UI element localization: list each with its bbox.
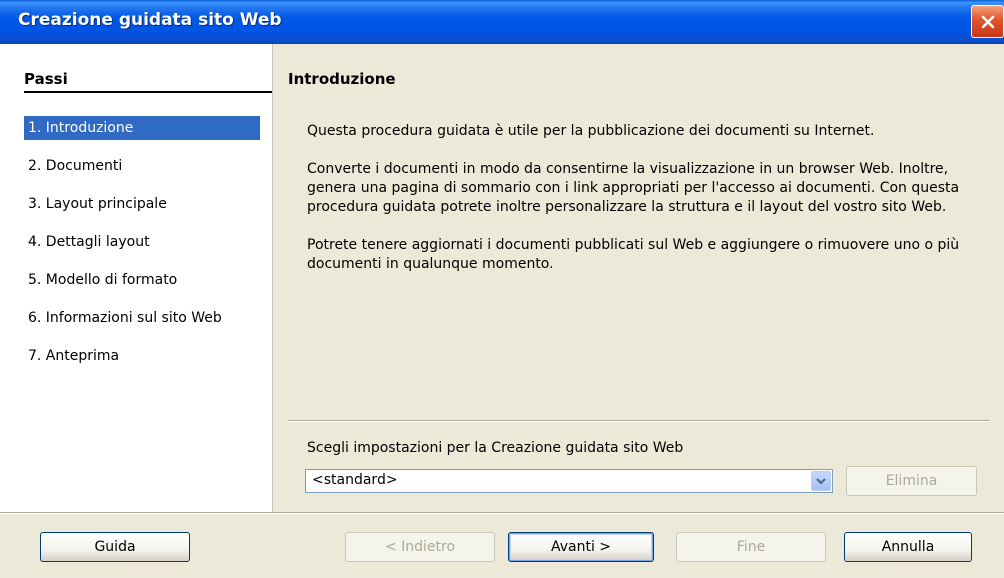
wizard-window: Creazione guidata sito Web Passi 1. Intr… bbox=[0, 0, 1004, 578]
next-button[interactable]: Avanti > bbox=[508, 532, 654, 562]
step-layout-principale[interactable]: 3. Layout principale bbox=[24, 192, 260, 216]
back-button[interactable]: < Indietro bbox=[345, 532, 495, 562]
settings-dropdown-button[interactable] bbox=[811, 471, 831, 491]
intro-paragraph: Questa procedura guidata è utile per la … bbox=[307, 123, 875, 139]
content-panel: Introduzione Questa procedura guidata è … bbox=[273, 44, 1004, 512]
step-dettagli-layout[interactable]: 4. Dettagli layout bbox=[24, 230, 260, 254]
delete-button[interactable]: Elimina bbox=[846, 466, 977, 496]
close-icon bbox=[981, 15, 994, 28]
settings-select-value: <standard> bbox=[312, 472, 398, 488]
step-modello-di-formato[interactable]: 5. Modello di formato bbox=[24, 268, 260, 292]
chevron-down-icon bbox=[816, 478, 826, 485]
step-anteprima[interactable]: 7. Anteprima bbox=[24, 344, 260, 368]
step-documenti[interactable]: 2. Documenti bbox=[24, 154, 260, 178]
settings-divider bbox=[288, 420, 989, 422]
page-title: Introduzione bbox=[288, 70, 396, 88]
help-button[interactable]: Guida bbox=[40, 532, 190, 562]
steps-divider bbox=[24, 91, 272, 93]
settings-label: Scegli impostazioni per la Creazione gui… bbox=[307, 440, 684, 456]
title-bar[interactable]: Creazione guidata sito Web bbox=[0, 0, 1004, 44]
step-introduzione[interactable]: 1. Introduzione bbox=[24, 116, 260, 140]
close-button[interactable] bbox=[971, 5, 1004, 38]
window-title: Creazione guidata sito Web bbox=[18, 10, 282, 30]
intro-paragraph: Potrete tenere aggiornati i documenti pu… bbox=[307, 237, 960, 272]
footer-divider bbox=[0, 512, 1004, 514]
cancel-button[interactable]: Annulla bbox=[844, 532, 972, 562]
steps-panel: Passi 1. Introduzione 2. Documenti 3. La… bbox=[0, 44, 273, 512]
settings-select[interactable]: <standard> bbox=[305, 469, 833, 493]
steps-header: Passi bbox=[24, 70, 68, 88]
intro-paragraph: Converte i documenti in modo da consenti… bbox=[307, 161, 960, 215]
intro-text: Questa procedura guidata è utile per la … bbox=[307, 122, 987, 293]
step-informazioni-sito-web[interactable]: 6. Informazioni sul sito Web bbox=[24, 306, 260, 330]
steps-list: 1. Introduzione 2. Documenti 3. Layout p… bbox=[24, 116, 260, 382]
finish-button[interactable]: Fine bbox=[676, 532, 826, 562]
